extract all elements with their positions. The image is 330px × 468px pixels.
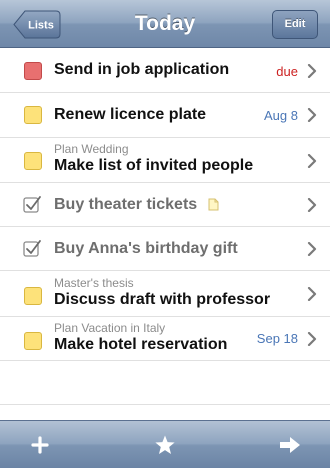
checked-checkbox-icon[interactable] bbox=[22, 195, 42, 215]
lists-back-button[interactable]: Lists bbox=[13, 10, 61, 39]
chevron-right-icon bbox=[307, 287, 317, 301]
empty-row bbox=[0, 361, 330, 405]
back-button-label: Lists bbox=[28, 20, 54, 32]
star-icon bbox=[155, 435, 175, 454]
priority-marker-yellow[interactable] bbox=[24, 332, 42, 350]
chevron-right-icon bbox=[307, 154, 317, 168]
task-list: Send in job application due Renew licenc… bbox=[0, 49, 330, 405]
navigation-bar: Lists Today Edit bbox=[0, 0, 330, 48]
task-row[interactable]: Plan Vacation in Italy Make hotel reserv… bbox=[0, 317, 330, 361]
favorites-button[interactable] bbox=[143, 421, 187, 468]
priority-marker-red[interactable] bbox=[24, 62, 42, 80]
forward-button[interactable] bbox=[268, 421, 312, 468]
project-label: Plan Vacation in Italy bbox=[54, 321, 166, 335]
task-title: Buy Anna's birthday gift bbox=[54, 240, 238, 257]
task-row[interactable]: Renew licence plate Aug 8 bbox=[0, 93, 330, 138]
priority-marker-yellow[interactable] bbox=[24, 152, 42, 170]
due-date-label: Aug 8 bbox=[264, 108, 298, 123]
task-row[interactable]: Buy Anna's birthday gift bbox=[0, 227, 330, 271]
priority-marker-yellow[interactable] bbox=[24, 106, 42, 124]
task-row[interactable]: Send in job application due bbox=[0, 49, 330, 93]
task-title: Make list of invited people bbox=[54, 157, 254, 174]
chevron-right-icon bbox=[307, 332, 317, 346]
page-title: Today bbox=[134, 12, 196, 35]
plus-icon bbox=[31, 436, 49, 454]
project-label: Plan Wedding bbox=[54, 142, 129, 156]
task-title: Renew licence plate bbox=[54, 106, 207, 123]
project-label: Master's thesis bbox=[54, 276, 134, 290]
chevron-right-icon bbox=[307, 242, 317, 256]
add-task-button[interactable] bbox=[18, 421, 62, 468]
task-title: Make hotel reservation bbox=[54, 336, 228, 353]
due-label: due bbox=[276, 64, 298, 79]
chevron-right-icon bbox=[307, 64, 317, 78]
bottom-toolbar bbox=[0, 420, 330, 468]
task-row[interactable]: Plan Wedding Make list of invited people bbox=[0, 138, 330, 183]
note-icon bbox=[208, 198, 219, 211]
chevron-right-icon bbox=[307, 198, 317, 212]
arrow-right-icon bbox=[280, 437, 300, 453]
edit-button[interactable]: Edit bbox=[272, 10, 318, 39]
due-date-label: Sep 18 bbox=[256, 331, 298, 346]
task-title: Buy theater tickets bbox=[54, 196, 219, 214]
priority-marker-yellow[interactable] bbox=[24, 287, 42, 305]
task-title: Send in job application bbox=[54, 61, 230, 78]
checked-checkbox-icon[interactable] bbox=[22, 239, 42, 259]
task-title-text: Buy theater tickets bbox=[54, 196, 198, 213]
task-row[interactable]: Master's thesis Discuss draft with profe… bbox=[0, 271, 330, 317]
task-title: Discuss draft with professor bbox=[54, 291, 271, 308]
task-row[interactable]: Buy theater tickets bbox=[0, 183, 330, 227]
app-window: Lists Today Edit Send in job application… bbox=[0, 0, 330, 468]
chevron-right-icon bbox=[307, 108, 317, 122]
